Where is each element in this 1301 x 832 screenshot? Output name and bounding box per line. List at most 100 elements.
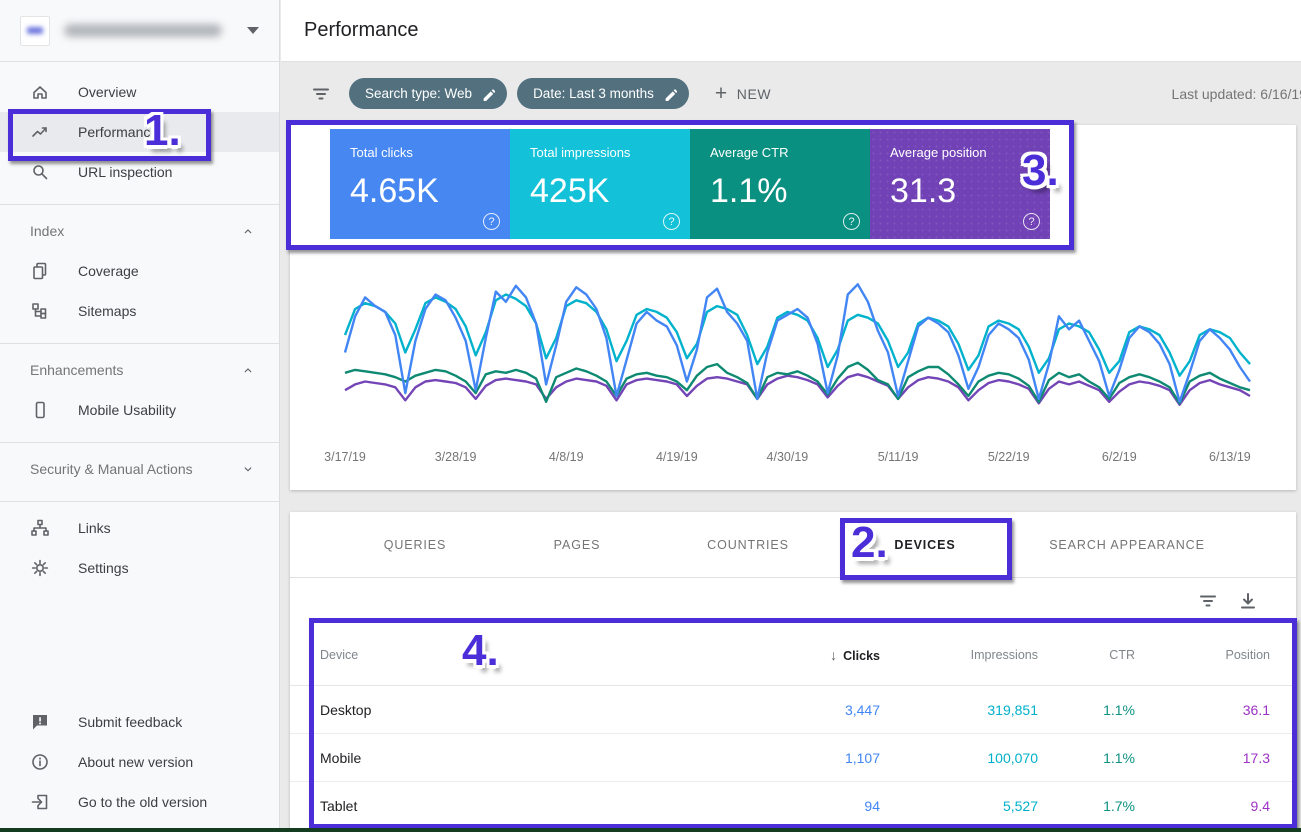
tab-pages[interactable]: PAGES [497, 512, 657, 578]
new-filter-button[interactable]: + NEW [715, 82, 771, 106]
exit-to-app-icon [30, 792, 50, 812]
sidebar-item-go-to-old-version[interactable]: Go to the old version [0, 782, 279, 822]
sidebar-section-security-manual-actions[interactable]: Security & Manual Actions [0, 449, 279, 489]
ctr-cell: 1.7% [1038, 798, 1135, 814]
divider [0, 204, 279, 205]
column-header-clicks[interactable]: ↓Clicks [730, 647, 880, 663]
metric-tile-average-ctr[interactable]: Average CTR 1.1% ? [690, 129, 870, 239]
metric-value: 4.65K [350, 172, 510, 211]
sidebar-section-enhancements[interactable]: Enhancements [0, 350, 279, 390]
column-header-position[interactable]: Position [1135, 648, 1270, 662]
sidebar-item-label: About new version [78, 754, 193, 770]
chevron-up-icon [241, 224, 255, 238]
tab-search-appearance[interactable]: SEARCH APPEARANCE [1027, 512, 1227, 578]
download-icon [1238, 591, 1258, 611]
sidebar-section-index[interactable]: Index [0, 211, 279, 251]
chevron-up-icon [241, 363, 255, 377]
table-row-desktop[interactable]: Desktop 3,447 319,851 1.1% 36.1 [290, 686, 1296, 734]
sidebar-item-label: Go to the old version [78, 794, 207, 810]
ctr-cell: 1.1% [1038, 750, 1135, 766]
sidebar-item-settings[interactable]: Settings [0, 548, 279, 588]
dimensions-table-card: QUERIES PAGES COUNTRIES DEVICES SEARCH A… [290, 512, 1296, 832]
search-type-filter-pill[interactable]: Search type: Web [349, 78, 507, 109]
metric-tile-average-position[interactable]: Average position 31.3 ? [870, 129, 1050, 239]
dimension-tabs: QUERIES PAGES COUNTRIES DEVICES SEARCH A… [290, 512, 1296, 578]
site-favicon [20, 16, 50, 46]
help-icon[interactable]: ? [663, 213, 680, 230]
x-axis-tick-label: 5/11/19 [878, 450, 919, 464]
help-icon[interactable]: ? [1023, 213, 1040, 230]
filter-list-icon [311, 84, 331, 104]
trending-up-icon [30, 122, 50, 142]
search-type-filter-label: Search type: Web [365, 86, 472, 101]
tab-countries[interactable]: COUNTRIES [668, 512, 828, 578]
sitemap-icon [30, 301, 50, 321]
column-header-impressions[interactable]: Impressions [880, 648, 1038, 662]
position-cell: 36.1 [1135, 702, 1270, 718]
sidebar-item-label: Sitemaps [78, 303, 136, 319]
x-axis-tick-label: 4/30/19 [767, 450, 809, 464]
position-cell: 9.4 [1135, 798, 1270, 814]
section-header-label: Security & Manual Actions [30, 461, 193, 477]
help-icon[interactable]: ? [483, 213, 500, 230]
new-filter-label: NEW [737, 86, 771, 102]
section-header-label: Index [30, 223, 64, 239]
export-download-button[interactable] [1228, 583, 1268, 619]
metric-tile-total-impressions[interactable]: Total impressions 425K ? [510, 129, 690, 239]
sidebar-item-label: Performance [78, 124, 158, 140]
sidebar-item-submit-feedback[interactable]: Submit feedback [0, 702, 279, 742]
help-icon[interactable]: ? [843, 213, 860, 230]
tab-queries[interactable]: QUERIES [335, 512, 495, 578]
sidebar-item-coverage[interactable]: Coverage [0, 251, 279, 291]
position-cell: 17.3 [1135, 750, 1270, 766]
metric-label: Average position [890, 145, 1050, 160]
sidebar-item-links[interactable]: Links [0, 508, 279, 548]
metric-value: 1.1% [710, 172, 870, 211]
device-cell: Desktop [320, 702, 730, 718]
page-title: Performance [281, 19, 419, 42]
links-tree-icon [30, 518, 50, 538]
sidebar-item-url-inspection[interactable]: URL inspection [0, 152, 279, 192]
device-cell: Tablet [320, 798, 730, 814]
column-header-ctr[interactable]: CTR [1038, 648, 1135, 662]
filter-list-button[interactable] [303, 76, 339, 112]
mobile-phone-icon [30, 400, 50, 420]
sidebar-item-label: Overview [78, 84, 136, 100]
edit-pencil-icon [481, 87, 495, 101]
search-icon [30, 162, 50, 182]
page-header: Performance [281, 0, 1301, 62]
sidebar-item-label: URL inspection [78, 164, 172, 180]
table-row-mobile[interactable]: Mobile 1,107 100,070 1.1% 17.3 [290, 734, 1296, 782]
tab-devices[interactable]: DEVICES [845, 512, 1005, 578]
chevron-down-icon [241, 462, 255, 476]
sidebar-item-sitemaps[interactable]: Sitemaps [0, 291, 279, 331]
divider [0, 442, 279, 443]
gear-icon [30, 558, 50, 578]
impressions-cell: 100,070 [880, 750, 1038, 766]
sidebar-item-mobile-usability[interactable]: Mobile Usability [0, 390, 279, 430]
table-row-tablet[interactable]: Tablet 94 5,527 1.7% 9.4 [290, 782, 1296, 830]
x-axis-tick-label: 4/8/19 [549, 450, 584, 464]
table-filter-button[interactable] [1188, 583, 1228, 619]
metric-label: Total clicks [350, 145, 510, 160]
active-tab-underline [840, 575, 1012, 578]
metric-tile-total-clicks[interactable]: Total clicks 4.65K ? [330, 129, 510, 239]
sidebar-item-about-new-version[interactable]: About new version [0, 742, 279, 782]
sidebar-item-overview[interactable]: Overview [0, 72, 279, 112]
sidebar-item-label: Mobile Usability [78, 402, 176, 418]
ctr-cell: 1.1% [1038, 702, 1135, 718]
sidebar-item-label: Settings [78, 560, 129, 576]
clicks-cell: 94 [730, 798, 880, 814]
last-updated-text: Last updated: 6/16/19 [1172, 86, 1301, 102]
performance-line-chart[interactable]: 3/17/193/28/194/8/194/19/194/30/195/11/1… [290, 265, 1296, 480]
home-icon [30, 82, 50, 102]
site-selector-dropdown[interactable] [0, 0, 279, 62]
column-header-device[interactable]: Device [320, 648, 730, 662]
edit-pencil-icon [663, 87, 677, 101]
date-range-filter-pill[interactable]: Date: Last 3 months [517, 78, 689, 109]
sidebar-item-performance[interactable]: Performance [0, 112, 279, 152]
filters-toolbar: Search type: Web Date: Last 3 months + N… [281, 62, 1301, 125]
sidebar-item-label: Submit feedback [78, 714, 182, 730]
metric-label: Total impressions [530, 145, 690, 160]
section-header-label: Enhancements [30, 362, 123, 378]
